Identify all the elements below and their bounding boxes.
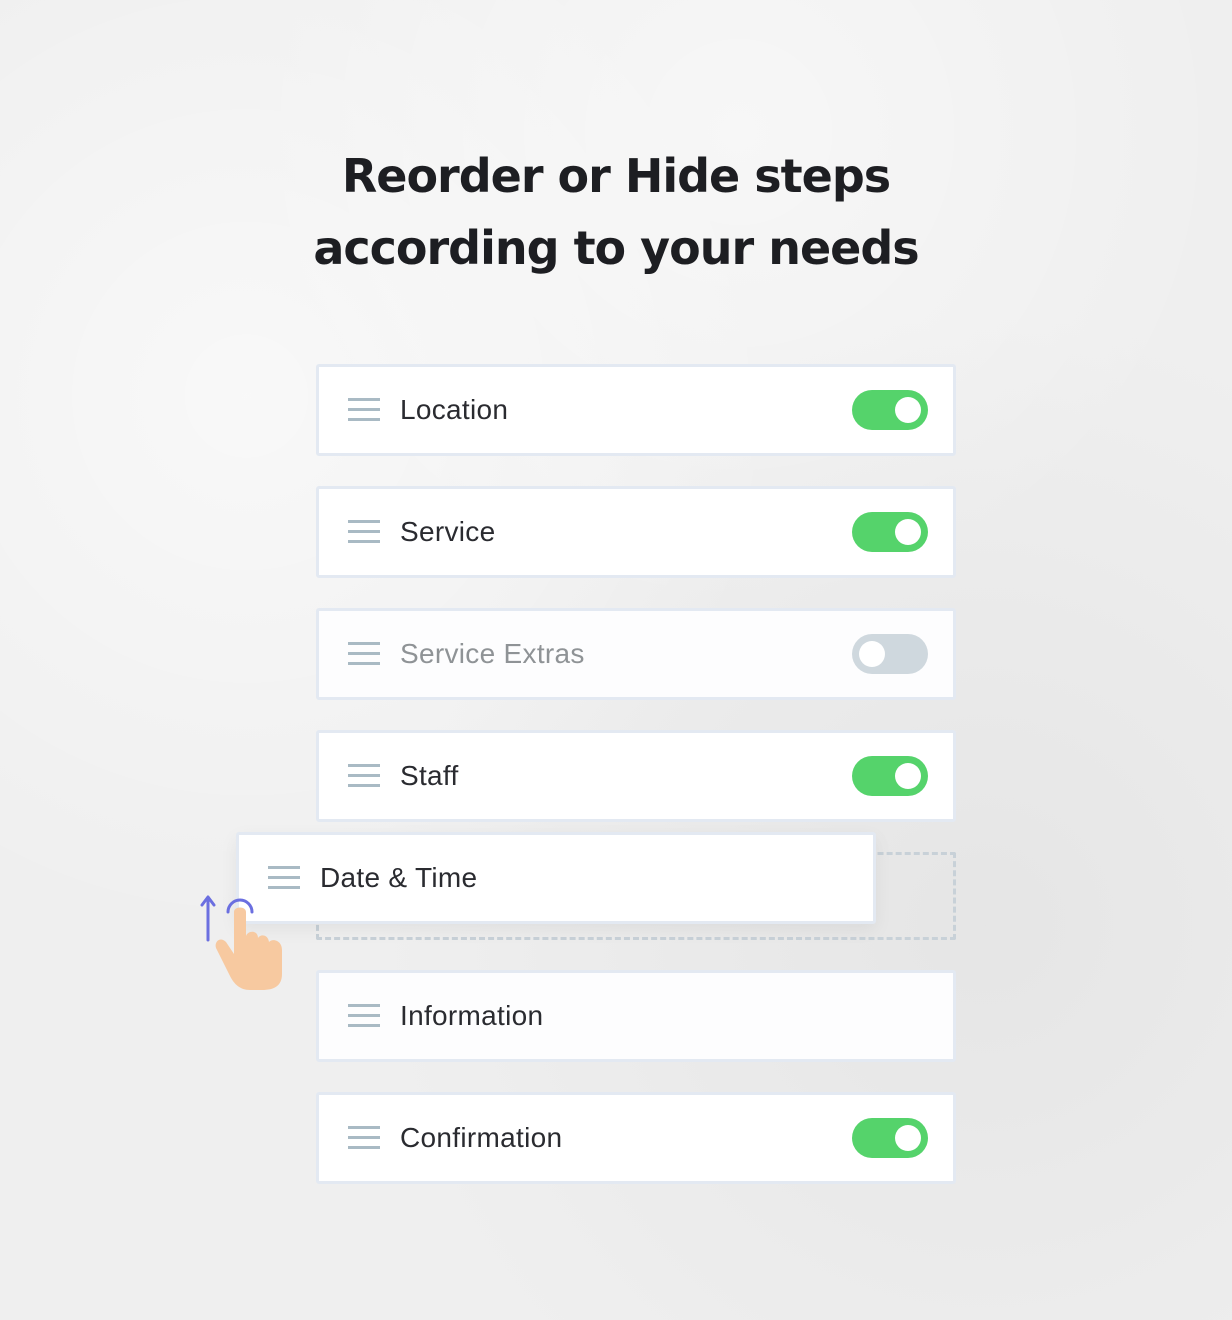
step-toggle-location[interactable] (852, 390, 928, 430)
step-label: Service (400, 516, 496, 547)
drag-handle-icon[interactable] (348, 642, 380, 666)
step-toggle-service-extras[interactable] (852, 634, 928, 674)
step-card-date-time[interactable]: Date & Time (236, 832, 876, 924)
title-line-1: Reorder or Hide steps (341, 149, 891, 203)
step-label: Location (400, 394, 509, 425)
drag-handle-icon[interactable] (348, 1004, 380, 1028)
drag-handle-icon[interactable] (268, 866, 300, 890)
step-toggle-confirmation[interactable] (852, 1118, 928, 1158)
title-line-2: according to your needs (313, 221, 919, 275)
step-card-information[interactable]: Information (316, 970, 956, 1062)
step-label: Confirmation (400, 1122, 563, 1153)
step-toggle-staff[interactable] (852, 756, 928, 796)
step-label: Information (400, 1000, 544, 1031)
drag-up-gesture-icon (200, 895, 282, 990)
step-label: Date & Time (320, 862, 478, 893)
step-toggle-service[interactable] (852, 512, 928, 552)
drag-handle-icon[interactable] (348, 398, 380, 422)
toggle-knob (895, 519, 921, 545)
drag-handle-icon[interactable] (348, 520, 380, 544)
hand-shape (215, 907, 282, 990)
step-card-staff[interactable]: Staff (316, 730, 956, 822)
page-title: Reorder or Hide steps according to your … (0, 140, 1232, 284)
drag-handle-icon[interactable] (348, 764, 380, 788)
toggle-knob (859, 641, 885, 667)
toggle-knob (895, 397, 921, 423)
toggle-knob (895, 1125, 921, 1151)
step-card-confirmation[interactable]: Confirmation (316, 1092, 956, 1184)
step-label: Staff (400, 760, 459, 791)
step-card-service-extras[interactable]: Service Extras (316, 608, 956, 700)
step-card-service[interactable]: Service (316, 486, 956, 578)
step-card-location[interactable]: Location (316, 364, 956, 456)
step-label: Service Extras (400, 638, 585, 669)
toggle-knob (895, 763, 921, 789)
drag-handle-icon[interactable] (348, 1126, 380, 1150)
arrow-up-icon (200, 895, 216, 942)
